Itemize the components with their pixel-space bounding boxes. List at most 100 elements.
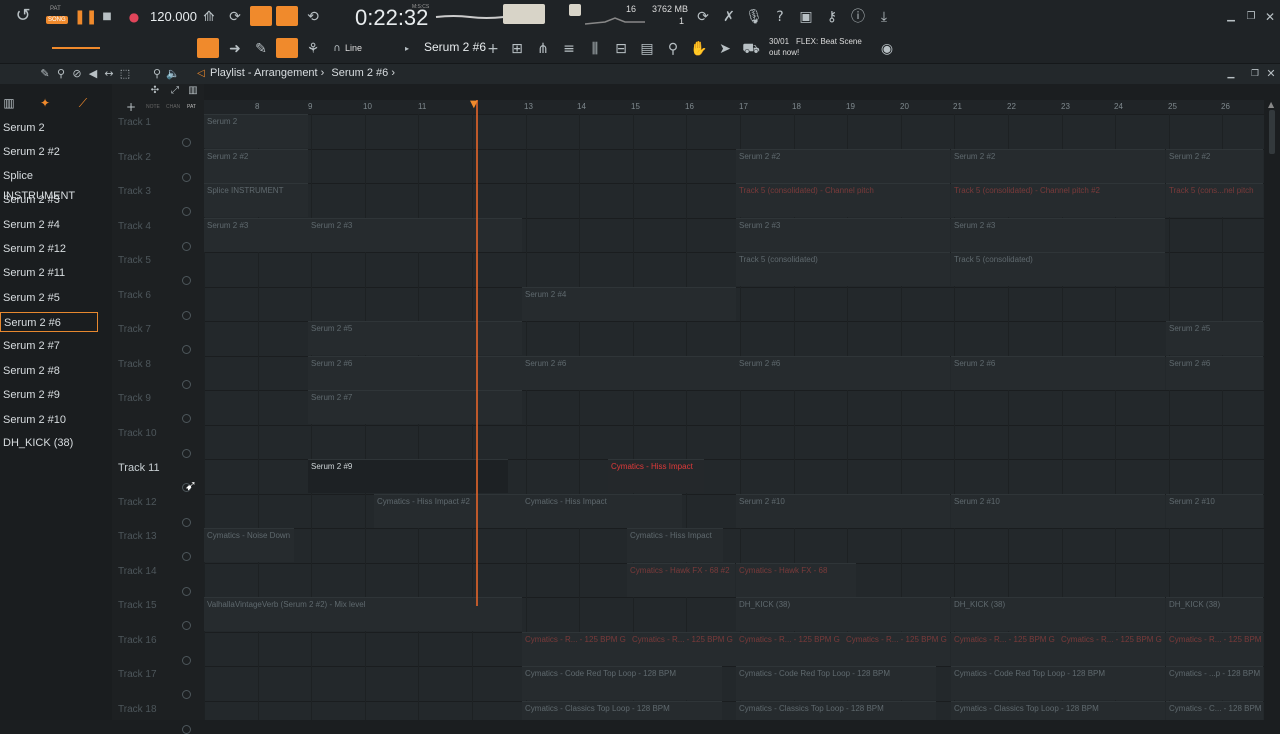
expand-icon[interactable]: ✣ — [146, 82, 164, 100]
clip-c16a[interactable]: Cymatics - R... - 125 BPM G — [522, 631, 629, 666]
add-pattern-icon[interactable]: + — [484, 40, 502, 58]
clip-c12e[interactable]: Serum 2 #10 — [1166, 493, 1263, 528]
snap-mode[interactable]: Line — [345, 43, 362, 53]
ruler-bar-26[interactable]: 26 — [1221, 102, 1230, 111]
record-icon[interactable]: ● — [125, 8, 143, 26]
clip-c16e[interactable]: Cymatics - R... - 125 BPM G — [951, 631, 1058, 666]
metronome-icon[interactable]: ⟰ — [200, 8, 218, 26]
track-mute-13[interactable] — [182, 552, 191, 561]
clip-c15b[interactable]: DH_KICK (38) — [736, 597, 950, 631]
clip-c4d[interactable]: Serum 2 #3 — [951, 217, 1165, 252]
channel-8[interactable]: Serum 2 #6 — [0, 312, 98, 332]
clip-c4c[interactable]: Serum 2 #3 — [736, 217, 950, 252]
clip-c7a[interactable]: Serum 2 #5 — [308, 321, 522, 355]
ruler-bar-14[interactable]: 14 — [577, 102, 586, 111]
pencil-icon[interactable]: ✎ — [252, 40, 270, 58]
track-name-15[interactable]: Track 15 — [118, 600, 157, 611]
clip-c3c[interactable]: Track 5 (consolidated) - Channel pitch #… — [951, 183, 1165, 217]
header-note[interactable]: NOTE — [146, 104, 160, 110]
clip-c2d[interactable]: Serum 2 #2 — [1166, 148, 1263, 183]
clip-c16g[interactable]: Cymatics - R... - 125 BPM G — [1166, 631, 1263, 666]
track-name-18[interactable]: Track 18 — [118, 704, 157, 715]
pat-song-toggle[interactable]: PAT SONG — [46, 6, 70, 28]
track-mute-6[interactable] — [182, 310, 191, 320]
channel-3[interactable]: Serum 2 #3 — [0, 190, 98, 210]
clip-c2a[interactable]: Serum 2 #2 — [204, 148, 308, 183]
piano-roll-icon[interactable]: ⊞ — [508, 40, 526, 58]
track-mute-5[interactable] — [182, 276, 191, 285]
ruler-bar-24[interactable]: 24 — [1114, 102, 1123, 111]
ruler-bar-17[interactable]: 17 — [739, 102, 748, 111]
stamp-icon[interactable]: ⚘ — [304, 40, 322, 58]
channel-2[interactable]: Splice INSTRUMENT — [0, 166, 98, 202]
clip-c18a[interactable]: Cymatics - Classics Top Loop - 128 BPM — [522, 700, 722, 720]
close-icon[interactable]: ✕ — [1261, 8, 1279, 26]
track-mute-18[interactable] — [182, 724, 191, 734]
clip-c5a[interactable]: Track 5 (consolidated) — [736, 252, 950, 286]
clip-c15a[interactable]: ValhallaVintageVerb (Serum 2 #2) - Mix l… — [204, 597, 522, 631]
clip-c6a[interactable]: Serum 2 #4 — [522, 286, 736, 321]
add-track-icon[interactable]: + — [122, 98, 140, 116]
clip-c8a[interactable]: Serum 2 #6 — [308, 355, 522, 390]
pause-icon[interactable]: ❚❚ — [74, 8, 97, 26]
ruler-bar-18[interactable]: 18 — [792, 102, 801, 111]
ruler-bar-10[interactable]: 10 — [363, 102, 372, 111]
track-name-9[interactable]: Track 9 — [118, 393, 151, 404]
plugin-picker-icon[interactable]: ⚲ — [664, 40, 682, 58]
tempo-display[interactable]: 120.000 — [150, 9, 197, 24]
clip-c16b[interactable]: Cymatics - R... - 125 BPM G — [629, 631, 736, 666]
track-name-3[interactable]: Track 3 — [118, 186, 151, 197]
clip-c2c[interactable]: Serum 2 #2 — [951, 148, 1165, 183]
channel-rack-icon[interactable]: ⋔ — [534, 40, 552, 58]
channel-13[interactable]: DH_KICK (38) — [0, 433, 98, 453]
pattern-selector[interactable]: Serum 2 #6 — [424, 40, 486, 54]
clip-c3d[interactable]: Track 5 (cons...nel pitch — [1166, 183, 1263, 217]
mixer-icon[interactable]: ⫼ — [586, 40, 604, 58]
arrow-right-icon[interactable]: ➜ — [226, 40, 244, 58]
audio-icon[interactable]: ✦ — [36, 94, 54, 112]
scroll-thumb[interactable] — [1269, 110, 1275, 154]
channel-10[interactable]: Serum 2 #8 — [0, 361, 98, 381]
clip-c13b[interactable]: Cymatics - Hiss Impact — [627, 528, 723, 562]
mixer-list-icon[interactable]: ≡ — [560, 40, 578, 58]
ruler-bar-21[interactable]: 21 — [953, 102, 962, 111]
scroll-up-icon[interactable]: ▲ — [1268, 100, 1274, 109]
track-mute-3[interactable] — [182, 207, 191, 216]
ruler-bar-23[interactable]: 23 — [1061, 102, 1070, 111]
track-name-13[interactable]: Track 13 — [118, 531, 157, 542]
document-icon[interactable]: ▤ — [638, 40, 656, 58]
clip-c5b[interactable]: Track 5 (consolidated) — [951, 252, 1165, 286]
master-pitch-box[interactable] — [569, 4, 581, 16]
vertical-scrollbar[interactable]: ▲ — [1264, 100, 1280, 720]
magnet-icon[interactable]: ∩ — [328, 40, 346, 58]
header-chan[interactable]: CHAN — [166, 104, 180, 110]
clip-c12a[interactable]: Cymatics - Hiss Impact #2 — [374, 493, 522, 528]
snap-link-button[interactable] — [276, 38, 298, 58]
clip-c11a[interactable]: Serum 2 #9 — [308, 459, 508, 493]
clip-c14a[interactable]: Cymatics - Hawk FX - 68 #2 — [627, 562, 735, 597]
automation-icon[interactable]: ⟋ — [74, 94, 92, 112]
microphone-icon[interactable]: 🎙 — [745, 8, 763, 26]
track-name-8[interactable]: Track 8 — [118, 359, 151, 370]
help-icon[interactable]: ? — [771, 8, 789, 26]
clip-c12d[interactable]: Serum 2 #10 — [951, 493, 1165, 528]
track-mute-10[interactable] — [182, 448, 191, 458]
save-icon[interactable]: ▣ — [797, 8, 815, 26]
channel-9[interactable]: Serum 2 #7 — [0, 336, 98, 356]
breadcrumb-arrangement[interactable]: Arrangement — [254, 67, 318, 79]
countdown-button[interactable] — [250, 6, 272, 26]
clip-c18c[interactable]: Cymatics - Classics Top Loop - 128 BPM — [951, 700, 1165, 720]
channel-0[interactable]: Serum 2 — [0, 118, 98, 138]
clip-c16d[interactable]: Cymatics - R... - 125 BPM G — [843, 631, 950, 666]
track-mute-12[interactable] — [182, 517, 191, 527]
track-name-4[interactable]: Track 4 — [118, 221, 151, 232]
ruler-bar-20[interactable]: 20 — [900, 102, 909, 111]
ruler-bar-9[interactable]: 9 — [308, 102, 312, 111]
track-mute-4[interactable] — [182, 241, 191, 251]
clip-c18d[interactable]: Cymatics - C... - 128 BPM — [1166, 700, 1263, 720]
track-mute-1[interactable] — [182, 138, 191, 147]
playlist-menu-icon[interactable]: ◁ — [192, 65, 210, 83]
clip-c12c[interactable]: Serum 2 #10 — [736, 493, 950, 528]
playlist-close-icon[interactable]: ✕ — [1262, 65, 1280, 83]
playlist-button[interactable] — [197, 38, 219, 58]
